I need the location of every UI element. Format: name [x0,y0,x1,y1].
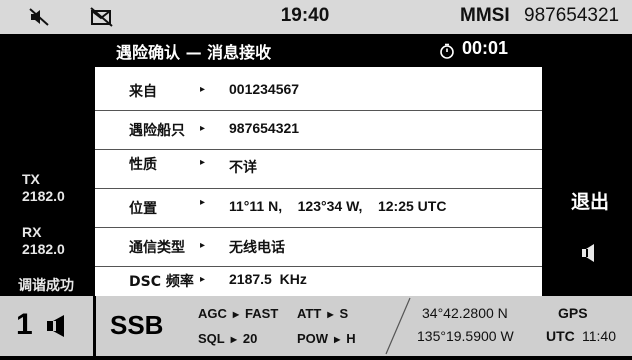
att-value: S [339,306,349,321]
dialog-header: 遇险确认 — 消息接收 00:01 [95,34,542,67]
row-value: 无线电话 [229,239,285,255]
row-arrow-icon: ▸ [200,123,206,134]
utc-label: UTC [546,328,575,344]
row-dsc-freq: DSC 频率 ▸ 2187.5 KHz [95,264,542,296]
sql-label: SQL [198,331,225,346]
row-value: 不详 [229,159,257,175]
agc-value: FAST [245,306,279,321]
pow-value: H [346,331,356,346]
stopwatch-icon [439,43,455,63]
sql-value: 20 [242,331,258,346]
dialog-title: 遇险确认 — 消息接收 [116,43,272,62]
att-label: ATT [297,306,322,321]
mmsi-value: 987654321 [524,5,620,26]
row-arrow-icon: ▸ [200,84,206,95]
row-nature: 性质 ▸ 不详 [95,150,542,189]
row-label: DSC 频率 [129,274,194,290]
agc-setting[interactable]: AGC ▶ FAST [198,306,278,321]
arrow-icon: ▶ [327,310,334,319]
sql-setting[interactable]: SQL ▶ 20 [198,331,257,346]
rx-label: RX [22,224,42,240]
speaker-icon[interactable] [581,244,597,266]
agc-label: AGC [198,306,227,321]
row-value: 2187.5 KHz [229,271,307,287]
bottom-status-bar: 1 SSB AGC ▶ FAST ATT ▶ S SQL ▶ 20 POW ▶ H 34°42.… [0,296,632,356]
clock-time: 19:40 [280,5,330,26]
row-arrow-icon: ▸ [200,274,206,285]
dialog-timer: 00:01 [462,38,509,58]
tune-status: 调谐成功 [18,277,74,293]
latitude: 34°42.2800 N [422,305,508,321]
row-label: 遇险船只 [129,123,185,139]
row-value: 11°11 N, 123°34 W, 12:25 UTC [229,198,447,214]
channel-number: 1 [16,308,33,341]
pow-setting[interactable]: POW ▶ H [297,331,356,346]
mmsi-label: MMSI [460,5,510,26]
rx-frequency: 2182.0 [22,241,65,257]
top-status-bar: 19:40 MMSI 987654321 [0,0,632,34]
arrow-icon: ▶ [334,335,341,344]
row-distress-vessel: 遇险船只 ▸ 987654321 [95,111,542,150]
utc-time: 11:40 [582,328,616,344]
row-label: 位置 [129,201,157,217]
row-from: 来自 ▸ 001234567 [95,72,542,111]
row-comm-type: 通信类型 ▸ 无线电话 [95,228,542,267]
row-label: 通信类型 [129,240,185,256]
tx-frequency: 2182.0 [22,188,65,204]
row-label: 来自 [129,84,157,100]
arrow-icon: ▶ [230,335,237,344]
row-value: 987654321 [229,120,300,136]
row-arrow-icon: ▸ [200,240,206,251]
att-setting[interactable]: ATT ▶ S [297,306,348,321]
longitude: 135°19.5900 W [417,328,514,344]
tx-label: TX [22,171,40,187]
row-label: 性质 [129,157,157,173]
distress-ack-dialog: 遇险确认 — 消息接收 00:01 来自 ▸ 001234567 遇险船只 ▸ … [95,34,542,296]
pow-label: POW [297,331,329,346]
arrow-icon: ▶ [232,310,240,319]
exit-button[interactable]: 退出 [565,187,615,215]
row-position: 位置 ▸ 11°11 N, 123°34 W, 12:25 UTC [95,189,542,228]
channel-box[interactable]: 1 [0,296,96,356]
gps-label: GPS [558,305,588,321]
row-value: 001234567 [229,81,300,97]
message-crossed-icon[interactable] [90,7,114,27]
row-arrow-icon: ▸ [200,197,206,208]
row-arrow-icon: ▸ [200,157,206,168]
divider [378,296,418,360]
modulation-mode[interactable]: SSB [110,310,163,341]
speaker-muted-icon[interactable] [28,6,50,28]
speaker-icon [46,314,68,342]
